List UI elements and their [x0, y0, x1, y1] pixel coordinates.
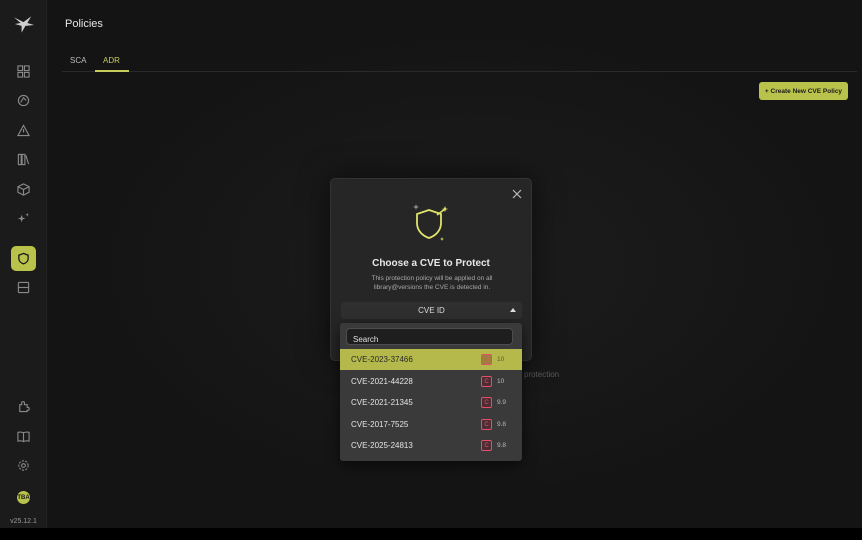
- cve-option[interactable]: CVE-2021-21345 C 9.9: [340, 392, 522, 413]
- cve-option-id: CVE-2023-37466: [351, 355, 413, 364]
- severity-badge: C: [481, 440, 492, 451]
- cvss-score: 9.8: [497, 421, 507, 428]
- caret-up-icon: [510, 308, 516, 312]
- background-protection-text: l protection: [520, 370, 560, 379]
- modal-description: This protection policy will be applied o…: [371, 275, 493, 291]
- cvss-score: 9.8: [497, 442, 507, 449]
- docs-icon[interactable]: [11, 424, 36, 449]
- cve-dropdown: CVE-2023-37466 C 10 CVE-2021-44228 C 10 …: [340, 323, 522, 461]
- gear-icon[interactable]: [11, 453, 36, 478]
- severity-badge: C: [481, 376, 492, 387]
- severity-badge: C: [481, 397, 492, 408]
- plugin-icon[interactable]: [11, 394, 36, 419]
- shield-icon[interactable]: [11, 246, 36, 271]
- falcon-logo-icon[interactable]: [12, 14, 35, 34]
- close-icon[interactable]: [512, 189, 522, 199]
- cve-id-select-label: CVE ID: [418, 306, 445, 315]
- list-icon[interactable]: [11, 275, 36, 300]
- cve-option[interactable]: CVE-2017-7525 C 9.8: [340, 414, 522, 435]
- cve-option-id: CVE-2017-7525: [351, 420, 409, 429]
- ai-sparkle-icon[interactable]: [11, 206, 36, 231]
- cve-option[interactable]: CVE-2025-24813 C 9.8: [340, 435, 522, 456]
- sidebar: TBA v25.12.1: [0, 0, 47, 528]
- dashboard-icon[interactable]: [11, 59, 36, 84]
- cve-option[interactable]: CVE-2023-37466 C 10: [340, 349, 522, 370]
- cvss-score: 10: [497, 378, 505, 385]
- bottom-bar: [0, 528, 862, 540]
- cve-option-id: CVE-2021-21345: [351, 398, 413, 407]
- version-label: v25.12.1: [10, 518, 37, 525]
- cvss-score: 9.9: [497, 399, 507, 406]
- library-icon[interactable]: [11, 147, 36, 172]
- search-input[interactable]: [347, 332, 512, 347]
- shield-illustration-icon: [413, 204, 449, 241]
- tab-sca[interactable]: SCA: [62, 54, 94, 72]
- alert-icon[interactable]: [11, 118, 36, 143]
- package-icon[interactable]: [11, 177, 36, 202]
- cve-option-id: CVE-2025-24813: [351, 441, 413, 450]
- tab-adr[interactable]: ADR: [95, 54, 129, 72]
- modal-title: Choose a CVE to Protect: [372, 258, 490, 269]
- inventory-icon[interactable]: [11, 88, 36, 113]
- create-cve-policy-button[interactable]: + Create New CVE Policy: [759, 82, 848, 100]
- cve-id-select[interactable]: CVE ID: [341, 302, 522, 319]
- search-field: [346, 328, 513, 347]
- cve-option-id: CVE-2021-44228: [351, 377, 413, 386]
- cve-option[interactable]: CVE-2021-44228 C 10: [340, 371, 522, 392]
- severity-badge: C: [481, 419, 492, 430]
- page-title: Policies: [65, 18, 103, 30]
- avatar[interactable]: TBA: [17, 491, 30, 504]
- tab-bar: SCA ADR: [62, 54, 857, 72]
- cvss-score: 10: [497, 356, 505, 363]
- severity-badge: C: [481, 354, 492, 365]
